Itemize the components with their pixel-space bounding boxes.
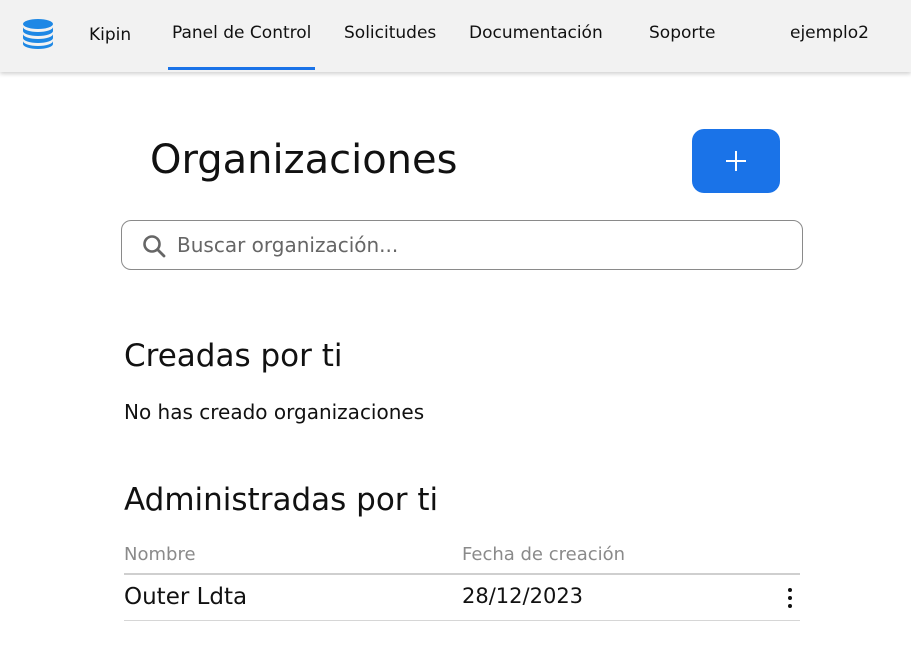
page-title: Organizaciones [150,137,458,183]
table-row[interactable]: Outer Ldta 28/12/2023 [124,575,800,621]
add-organization-button[interactable] [692,129,780,193]
column-header-date: Fecha de creación [462,544,626,565]
creation-date: 28/12/2023 [462,584,584,608]
nav-item-solicitudes[interactable]: Solicitudes [344,20,436,46]
nav-item-soporte[interactable]: Soporte [649,20,716,46]
empty-state-text: No has creado organizaciones [124,400,425,424]
user-menu[interactable]: ejemplo2 [790,20,869,46]
active-nav-indicator [168,67,315,70]
search-input[interactable] [177,229,777,261]
search-icon [143,235,166,258]
top-navbar: Kipin Panel de Control Solicitudes Docum… [0,0,911,72]
nav-item-documentacion[interactable]: Documentación [469,20,603,46]
plus-icon [726,151,746,171]
search-box[interactable] [121,220,803,270]
column-header-name: Nombre [124,544,196,565]
organization-name[interactable]: Outer Ldta [124,584,247,610]
created-section-title: Creadas por ti [124,338,343,374]
row-divider [124,620,800,621]
database-stack-icon[interactable] [21,19,55,49]
brand-name[interactable]: Kipin [89,22,131,48]
nav-item-panel-de-control[interactable]: Panel de Control [172,20,311,46]
more-options-icon[interactable] [780,585,800,613]
administered-section-title: Administradas por ti [124,482,439,518]
